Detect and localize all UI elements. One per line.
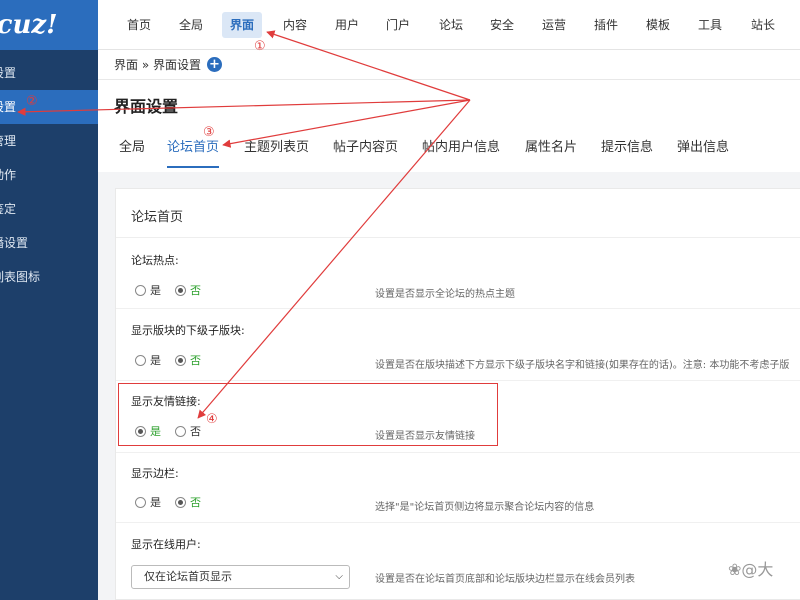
tab-prompt-info[interactable]: 提示信息	[601, 138, 653, 168]
radio-yes[interactable]	[135, 354, 146, 366]
tab-forum-home[interactable]: 论坛首页	[167, 138, 220, 168]
option-desc-online-users: 设置是否在论坛首页底部和论坛版块边栏显示在线会员列表	[375, 574, 635, 585]
option-label-hot-topics: 论坛热点:	[131, 254, 179, 267]
sidebar-item-management[interactable]: 管理	[0, 124, 98, 158]
row-divider	[116, 452, 800, 453]
tab-post-content[interactable]: 帖子内容页	[333, 138, 398, 168]
top-nav: 首页 全局 界面 内容 用户 门户 论坛 安全 运营 插件 模板 工具 站长	[98, 0, 800, 50]
sidebar-item-interface-settings[interactable]: 设置	[0, 90, 98, 124]
breadcrumb-text: 界面 » 界面设置	[114, 57, 201, 72]
nav-tools[interactable]: 工具	[690, 12, 730, 38]
option-label-friend-links: 显示友情链接:	[131, 395, 201, 408]
radio-no[interactable]	[175, 425, 186, 437]
radio-yes[interactable]	[135, 496, 146, 508]
logo: scuz!	[0, 0, 98, 50]
nav-templates[interactable]: 模板	[638, 12, 678, 38]
nav-users[interactable]: 用户	[327, 12, 367, 38]
radio-no[interactable]	[175, 354, 186, 366]
sidebar-item-appraisal[interactable]: 鉴定	[0, 192, 98, 226]
nav-portal[interactable]: 门户	[378, 12, 418, 38]
radio-group-sub-forums: 是 否	[135, 352, 215, 368]
sidebar-item-settings[interactable]: 设置	[0, 56, 98, 90]
tab-global[interactable]: 全局	[119, 138, 145, 168]
radio-group-sidebar: 是 否	[135, 494, 215, 510]
nav-operations[interactable]: 运营	[534, 12, 574, 38]
option-label-sub-forums: 显示版块的下级子版块:	[131, 324, 245, 337]
option-desc-friend-links: 设置是否显示友情链接	[375, 431, 475, 442]
radio-group-friend-links: 是 否	[135, 423, 215, 439]
nav-plugins[interactable]: 插件	[586, 12, 626, 38]
watermark: ❀@大	[728, 560, 774, 579]
breadcrumb: 界面 » 界面设置 +	[114, 55, 222, 73]
sidebar-item-actions[interactable]: 动作	[0, 158, 98, 192]
nav-interface[interactable]: 界面	[222, 12, 263, 38]
tab-profile-card[interactable]: 属性名片	[525, 138, 577, 168]
logo-text: scuz!	[0, 10, 58, 40]
nav-global[interactable]: 全局	[171, 12, 211, 38]
sidebar-item-list-icons[interactable]: 列表图标	[0, 260, 98, 294]
radio-group-hot-topics: 是 否	[135, 282, 215, 298]
row-divider	[116, 380, 800, 381]
radio-yes[interactable]	[135, 284, 146, 296]
panel-divider	[116, 237, 800, 238]
option-label-online-users: 显示在线用户:	[131, 538, 201, 551]
online-users-select[interactable]: 仅在论坛首页显示 ⌵	[131, 565, 350, 589]
add-shortcut-icon[interactable]: +	[206, 56, 222, 72]
radio-no[interactable]	[175, 284, 186, 296]
option-label-sidebar: 显示边栏:	[131, 467, 179, 480]
option-desc-sub-forums: 设置是否在版块描述下方显示下级子版块名字和链接(如果存在的话)。注意: 本功能不…	[375, 360, 790, 371]
sidebar-menu: 设置 设置 管理 动作 鉴定 播设置 列表图标	[0, 56, 98, 294]
row-divider	[116, 522, 800, 523]
option-desc-hot-topics: 设置是否显示全论坛的热点主题	[375, 289, 515, 300]
sidebar-item-broadcast-settings[interactable]: 播设置	[0, 226, 98, 260]
radio-no[interactable]	[175, 496, 186, 508]
tab-thread-list[interactable]: 主题列表页	[244, 138, 309, 168]
nav-content[interactable]: 内容	[275, 12, 315, 38]
nav-admin[interactable]: 站长	[743, 12, 783, 38]
row-divider	[116, 308, 800, 309]
option-desc-sidebar: 选择"是"论坛首页侧边将显示聚合论坛内容的信息	[375, 502, 595, 513]
tab-post-user-info[interactable]: 帖内用户信息	[422, 138, 500, 168]
header-divider	[98, 79, 800, 80]
chevron-down-icon: ⌵	[335, 571, 343, 582]
tab-popup-info[interactable]: 弹出信息	[677, 138, 729, 168]
nav-forum[interactable]: 论坛	[431, 12, 471, 38]
sidebar: scuz! 设置 设置 管理 动作 鉴定 播设置 列表图标	[0, 0, 98, 600]
radio-yes[interactable]	[135, 425, 146, 437]
nav-security[interactable]: 安全	[482, 12, 522, 38]
page-title: 界面设置	[114, 97, 179, 116]
panel-title: 论坛首页	[131, 210, 184, 225]
nav-home[interactable]: 首页	[119, 12, 159, 38]
